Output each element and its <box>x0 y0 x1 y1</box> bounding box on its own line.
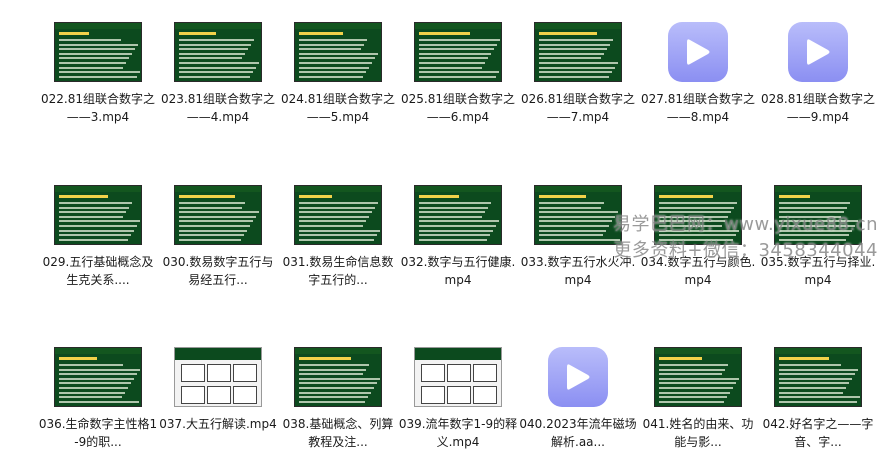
file-name: 031.数易生命信息数字五行的... <box>282 255 394 287</box>
file-item[interactable]: 027.81组联合数字之——8.mp4 <box>638 0 758 150</box>
file-item[interactable]: 032.数字与五行健康.mp4 <box>398 163 518 313</box>
watermark-line-1: 易学巴巴网：www.yixue88.cn <box>613 214 878 235</box>
video-thumbnail <box>294 185 382 245</box>
video-thumbnail <box>54 185 142 245</box>
video-thumbnail <box>414 22 502 82</box>
file-name: 027.81组联合数字之——8.mp4 <box>641 92 755 124</box>
video-thumbnail <box>294 347 382 407</box>
video-thumbnail <box>774 347 862 407</box>
file-item[interactable]: 025.81组联合数字之——6.mp4 <box>398 0 518 150</box>
file-item[interactable]: 042.好名字之——字音、字... <box>758 325 878 475</box>
file-name: 037.大五行解读.mp4 <box>159 417 277 431</box>
file-name: 028.81组联合数字之——9.mp4 <box>761 92 875 124</box>
file-item[interactable]: 029.五行基础概念及生克关系.... <box>38 163 158 313</box>
play-icon <box>788 22 848 82</box>
file-name: 042.好名字之——字音、字... <box>762 417 874 449</box>
video-thumbnail <box>174 185 262 245</box>
video-thumbnail <box>534 185 622 245</box>
file-item[interactable]: 030.数易数字五行与易经五行... <box>158 163 278 313</box>
file-item[interactable]: 038.基础概念、列算教程及注... <box>278 325 398 475</box>
file-item[interactable]: 031.数易生命信息数字五行的... <box>278 163 398 313</box>
video-thumbnail <box>414 185 502 245</box>
play-icon <box>668 22 728 82</box>
video-thumbnail <box>54 22 142 82</box>
video-thumbnail <box>174 22 262 82</box>
file-item[interactable]: 028.81组联合数字之——9.mp4 <box>758 0 878 150</box>
file-name: 024.81组联合数字之——5.mp4 <box>281 92 395 124</box>
video-thumbnail <box>654 347 742 407</box>
file-name: 025.81组联合数字之——6.mp4 <box>401 92 515 124</box>
play-icon <box>548 347 608 407</box>
file-name: 030.数易数字五行与易经五行... <box>162 255 274 287</box>
file-item[interactable]: 036.生命数字主性格1-9的职... <box>38 325 158 475</box>
file-item[interactable]: 024.81组联合数字之——5.mp4 <box>278 0 398 150</box>
file-name: 041.姓名的由来、功能与影... <box>642 417 754 449</box>
file-item[interactable]: 022.81组联合数字之——3.mp4 <box>38 0 158 150</box>
watermark-line-2: 更多资料+微信：3458344044 <box>613 240 878 261</box>
video-thumbnail <box>294 22 382 82</box>
file-name: 026.81组联合数字之——7.mp4 <box>521 92 635 124</box>
file-name: 032.数字与五行健康.mp4 <box>400 255 516 287</box>
video-thumbnail <box>534 22 622 82</box>
file-item[interactable]: 041.姓名的由来、功能与影... <box>638 325 758 475</box>
file-item[interactable]: 040.2023年流年磁场解析.aa... <box>518 325 638 475</box>
file-item[interactable]: 026.81组联合数字之——7.mp4 <box>518 0 638 150</box>
file-name: 023.81组联合数字之——4.mp4 <box>161 92 275 124</box>
diagram-thumbnail <box>174 347 262 407</box>
file-item[interactable]: 037.大五行解读.mp4 <box>158 325 278 475</box>
file-name: 029.五行基础概念及生克关系.... <box>42 255 154 287</box>
video-thumbnail <box>54 347 142 407</box>
file-item[interactable]: 039.流年数字1-9的释义.mp4 <box>398 325 518 475</box>
file-name: 036.生命数字主性格1-9的职... <box>38 417 158 449</box>
diagram-thumbnail <box>414 347 502 407</box>
file-name: 039.流年数字1-9的释义.mp4 <box>398 417 518 449</box>
file-name: 040.2023年流年磁场解析.aa... <box>519 417 637 449</box>
file-name: 038.基础概念、列算教程及注... <box>282 417 394 449</box>
file-name: 022.81组联合数字之——3.mp4 <box>41 92 155 124</box>
file-item[interactable]: 023.81组联合数字之——4.mp4 <box>158 0 278 150</box>
